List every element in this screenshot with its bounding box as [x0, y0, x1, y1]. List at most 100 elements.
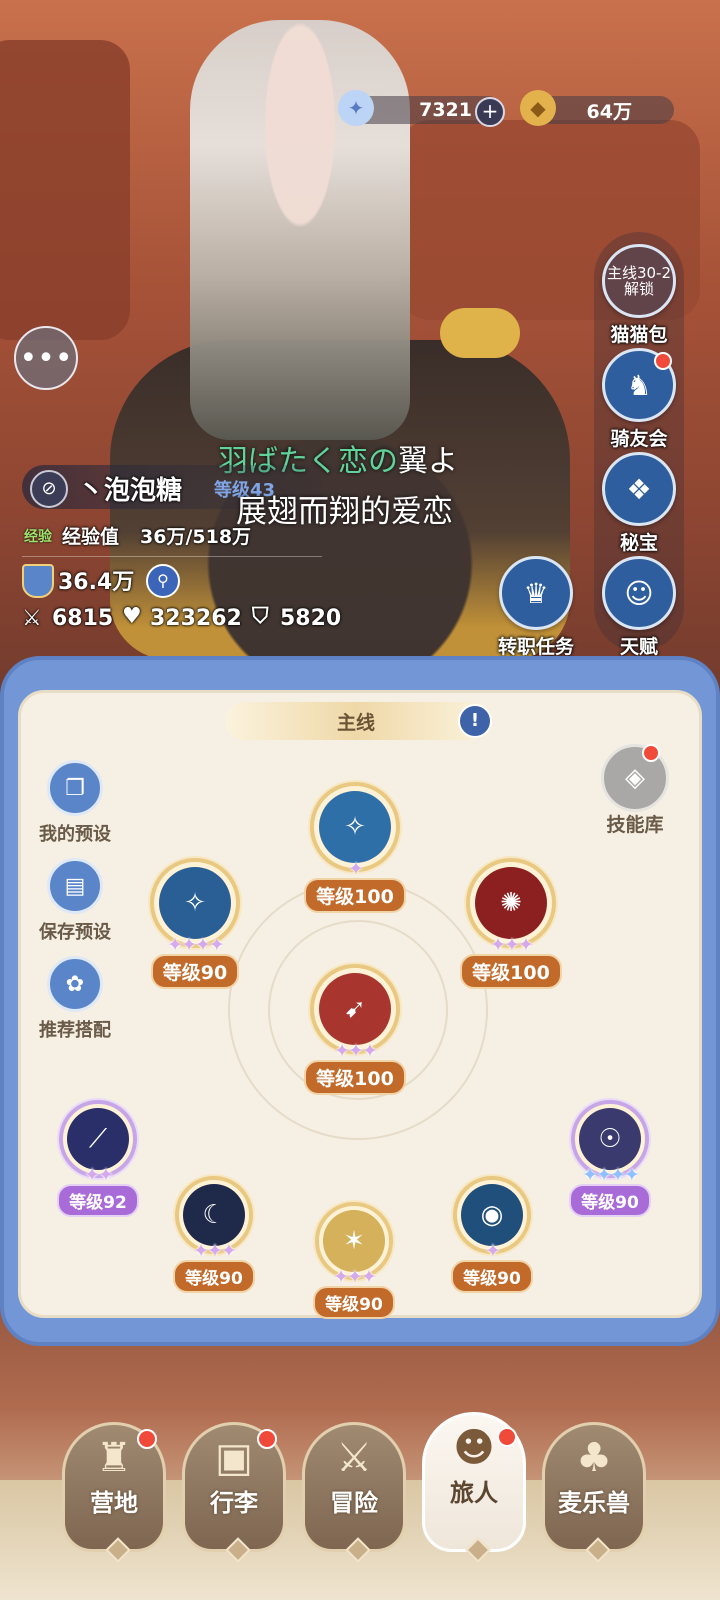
recommend-button[interactable]: ✿ 推荐搭配 — [25, 956, 125, 1042]
notification-dot — [497, 1427, 517, 1447]
nav-luggage[interactable]: ▣ 行李 — [182, 1422, 286, 1563]
nav-adventure[interactable]: ⚔ 冒险 — [302, 1422, 406, 1563]
player-character — [190, 20, 410, 440]
job-quest-button[interactable]: ♛ 转职任务 — [488, 556, 584, 659]
nav-traveler[interactable]: ☻ 旅人 — [422, 1412, 526, 1563]
notification-dot — [654, 352, 672, 370]
skill-icon: ➹ — [319, 973, 391, 1045]
add-gems-button[interactable]: + — [475, 97, 505, 127]
star-gem-icon: ✦ — [338, 90, 374, 126]
skill-slot[interactable]: ☉ ✦✦✦✦ 等级90 — [560, 1100, 660, 1217]
skill-stars: ✦ — [348, 858, 364, 880]
recommend-label: 推荐搭配 — [39, 1020, 111, 1041]
skill-level: 等级90 — [313, 1286, 395, 1319]
main-tab[interactable]: 主线 — [225, 702, 487, 740]
main-tab-label: 主线 — [336, 711, 375, 734]
hp-value: 323262 — [150, 606, 242, 631]
skill-library-label: 技能库 — [606, 814, 664, 836]
lyric-japanese-rest: 翼よ — [398, 444, 458, 479]
save-icon: ▤ — [47, 858, 103, 914]
gold-count: 64万 — [586, 100, 632, 123]
skill-stars: ✦✦✦✦ — [582, 1164, 640, 1186]
skill-level: 等级100 — [304, 878, 406, 913]
notification-dot — [137, 1429, 157, 1449]
skill-stars: ✦✦✦ — [193, 1240, 237, 1262]
attack-icon: ⚔ — [22, 606, 42, 631]
job-quest-label: 转职任务 — [497, 636, 574, 658]
exp-badge: 经验 — [24, 529, 52, 545]
rider-club-button[interactable]: ♞ 骑友会 — [596, 348, 682, 451]
nav-pet-label: 麦乐兽 — [558, 1489, 630, 1517]
skill-slot[interactable]: ⟋ ✦✦ 等级92 — [48, 1100, 148, 1217]
skill-slot[interactable]: ☾ ✦✦✦ 等级90 — [164, 1176, 264, 1293]
my-preset-label: 我的预设 — [39, 824, 111, 845]
shield-icon: ⛉ — [252, 604, 269, 629]
exp-value: 36万/518万 — [140, 526, 252, 548]
skill-icon: ✺ — [475, 867, 547, 939]
skill-level: 等级100 — [304, 1060, 406, 1095]
preset-cards-icon: ❐ — [47, 760, 103, 816]
skill-level: 等级90 — [150, 954, 240, 989]
skill-slot[interactable]: ◉ ✦ 等级90 — [442, 1176, 542, 1293]
skill-icon: ✧ — [319, 791, 391, 863]
skill-icon: ✧ — [159, 867, 231, 939]
skill-stars: ✦ — [485, 1240, 501, 1262]
attack-value: 6815 — [52, 606, 114, 631]
lyric-chinese: 展翅而翔的爱恋 — [236, 494, 453, 530]
my-preset-button[interactable]: ❐ 我的预设 — [25, 760, 125, 846]
skill-stars: ✦✦✦✦ — [167, 934, 225, 956]
cat-bag-label: 猫猫包 — [610, 324, 668, 346]
skill-icon: ☾ — [183, 1184, 245, 1246]
combat-power-icon — [22, 564, 54, 598]
skill-icon: ◉ — [461, 1184, 523, 1246]
combat-power: 36.4万 — [58, 570, 135, 595]
recommend-icon: ✿ — [47, 956, 103, 1012]
treasure-button[interactable]: ❖ 秘宝 — [596, 452, 682, 555]
gem-count: 7321 — [419, 99, 472, 121]
notification-dot — [257, 1429, 277, 1449]
skill-stars: ✦✦✦ — [334, 1040, 378, 1062]
nav-luggage-label: 行李 — [210, 1489, 258, 1517]
skill-level: 等级90 — [451, 1260, 533, 1293]
skill-icon: ✶ — [323, 1210, 385, 1272]
nav-traveler-label: 旅人 — [450, 1479, 498, 1507]
skill-level: 等级90 — [569, 1184, 651, 1217]
gold-coin-icon: ◆ — [520, 90, 556, 126]
notification-dot — [642, 744, 660, 762]
tab-info-icon[interactable]: ! — [458, 704, 492, 738]
treasure-chest-icon: ❖ — [602, 452, 676, 526]
nav-pet[interactable]: ♣ 麦乐兽 — [542, 1422, 646, 1563]
companion-pet — [440, 308, 520, 358]
nav-adventure-label: 冒险 — [330, 1489, 378, 1517]
skill-icon: ☉ — [579, 1108, 641, 1170]
talent-button[interactable]: ☺ 天赋 — [596, 556, 682, 659]
exp-text: 经验值 — [62, 526, 120, 548]
defense-value: 5820 — [280, 606, 342, 631]
skill-library-button[interactable]: ◈ 技能库 — [590, 744, 680, 837]
power-detail-button[interactable]: ⚲ — [146, 564, 180, 598]
skill-slot[interactable]: ✶ ✦✦✦ 等级90 — [304, 1202, 404, 1319]
talent-label: 天赋 — [619, 636, 658, 658]
gold-counter: ◆ 64万 — [520, 90, 674, 126]
crossed-swords-icon: ⚔ — [336, 1435, 372, 1481]
brain-head-icon: ☺ — [602, 556, 676, 630]
lock-icon: 主线30-2 解锁 — [602, 244, 676, 318]
skill-slot[interactable]: ➹ ✦✦✦ 等级100 — [298, 964, 412, 1095]
skill-stars: ✦✦✦ — [333, 1266, 377, 1288]
treasure-label: 秘宝 — [619, 532, 658, 554]
save-preset-label: 保存预设 — [39, 922, 111, 943]
crown-icon: ♛ — [499, 556, 573, 630]
skill-slot[interactable]: ✧ ✦ 等级100 — [300, 782, 410, 913]
cat-bag-button[interactable]: 主线30-2 解锁 猫猫包 — [596, 244, 682, 347]
chat-bubble-icon: ••• — [19, 340, 73, 376]
nav-camp[interactable]: ♜ 营地 — [62, 1422, 166, 1563]
skill-level: 等级90 — [173, 1260, 255, 1293]
skill-slot[interactable]: ✧ ✦✦✦✦ 等级90 — [140, 858, 250, 989]
chat-button[interactable]: ••• — [14, 326, 78, 390]
save-preset-button[interactable]: ▤ 保存预设 — [25, 858, 125, 944]
skill-level: 等级100 — [460, 954, 562, 989]
exp-divider — [22, 556, 322, 557]
skill-slot[interactable]: ✺ ✦✦✦ 等级100 — [456, 858, 566, 989]
class-emblem-icon: ⊘ — [30, 470, 68, 508]
background-cliff-left — [0, 40, 130, 340]
